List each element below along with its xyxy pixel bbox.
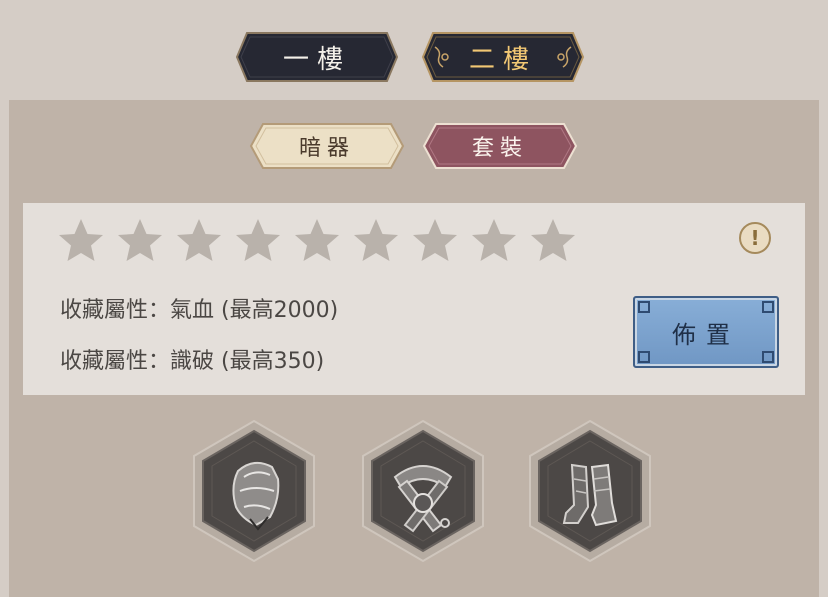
star-rating	[57, 217, 577, 265]
collection-attribute-insight: 收藏屬性：識破 (最高350)	[60, 349, 325, 374]
category-tab-hidden-weapon[interactable]: 暗器	[249, 122, 405, 170]
floor-tab-1[interactable]: 一樓	[235, 31, 399, 83]
category-label: 暗器	[298, 136, 355, 161]
floor-label: 一樓	[282, 44, 351, 75]
star-icon	[177, 219, 221, 261]
place-button[interactable]: 佈置	[633, 296, 779, 368]
category-tab-set[interactable]: 套裝	[422, 122, 578, 170]
star-icon	[531, 219, 575, 261]
star-icon	[354, 219, 398, 261]
floor-tab-2[interactable]: 二樓	[421, 31, 585, 83]
gear-slot-belt[interactable]	[361, 419, 485, 563]
floor-label: 二樓	[468, 44, 537, 75]
star-icon	[413, 219, 457, 261]
place-button-label: 佈置	[672, 320, 740, 349]
star-icon	[295, 219, 339, 261]
category-label: 套裝	[471, 136, 528, 161]
gear-slot-helmet[interactable]	[192, 419, 316, 563]
star-icon	[472, 219, 516, 261]
info-icon[interactable]: !	[739, 222, 771, 254]
collection-panel: 暗器 套裝 ! 收藏屬性：氣血 (最高2000) 收藏屬性：識破 (最高350)…	[9, 100, 819, 597]
star-icon	[118, 219, 162, 261]
collection-attribute-hp: 收藏屬性：氣血 (最高2000)	[60, 298, 339, 323]
gear-slot-boots[interactable]	[528, 419, 652, 563]
collection-info-card: ! 收藏屬性：氣血 (最高2000) 收藏屬性：識破 (最高350) 佈置	[23, 203, 805, 395]
star-icon	[236, 219, 280, 261]
star-icon	[59, 219, 103, 261]
